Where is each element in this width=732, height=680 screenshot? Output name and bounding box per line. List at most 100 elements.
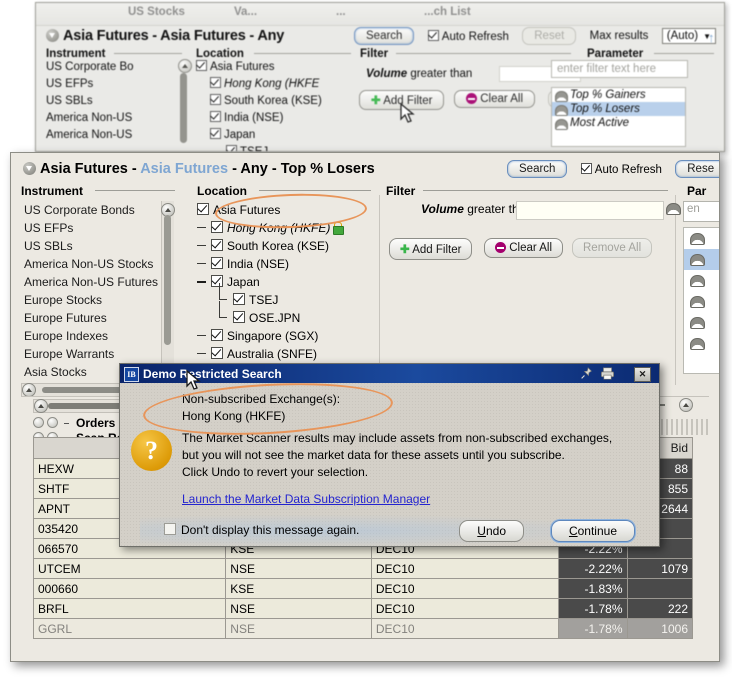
background-parameter-filter-input[interactable]: enter filter text here — [551, 60, 688, 78]
scroll-right-icon[interactable] — [679, 398, 693, 412]
instrument-item-europe-indexes[interactable]: Europe Indexes — [21, 327, 173, 345]
location-tree[interactable]: Asia Futures Hong Kong (HKFE) South Kore… — [197, 201, 372, 363]
close-icon[interactable]: ✕ — [634, 367, 651, 382]
background-auto-refresh-checkbox[interactable]: Auto Refresh — [428, 30, 509, 43]
checkbox-check-icon[interactable] — [211, 239, 223, 251]
tree-node-hong-kong[interactable]: Hong Kong (HKFE) — [197, 219, 372, 237]
instrument-item-america-non-us-stocks[interactable]: America Non-US Stocks — [21, 255, 173, 273]
parameter-list[interactable] — [683, 227, 720, 374]
background-instrument-scroll-up-icon[interactable] — [178, 59, 192, 73]
subscription-manager-link[interactable]: Launch the Market Data Subscription Mana… — [182, 492, 430, 506]
background-location-item[interactable]: Hong Kong (HKFE — [196, 76, 322, 93]
printer-icon[interactable] — [600, 367, 615, 380]
checkbox-check-icon[interactable] — [211, 275, 223, 287]
instrument-scroll-thumb[interactable] — [164, 215, 171, 345]
instrument-item-europe-warrants[interactable]: Europe Warrants — [21, 345, 173, 363]
background-instrument-item[interactable]: America Non-US — [46, 110, 134, 127]
scroll-left-icon[interactable] — [22, 383, 36, 397]
radio-dot-icon[interactable] — [33, 417, 44, 428]
pushpin-icon[interactable] — [580, 367, 593, 380]
scroll-left-icon[interactable] — [34, 399, 48, 413]
background-tab-3[interactable]: ...ch List — [424, 6, 471, 18]
checkbox-check-icon[interactable] — [211, 221, 223, 233]
tree-node-asia-futures[interactable]: Asia Futures — [197, 201, 372, 219]
background-location-item[interactable]: South Korea (KSE) — [196, 93, 322, 110]
tree-node-south-korea[interactable]: South Korea (KSE) — [197, 237, 372, 255]
instrument-item-europe-stocks[interactable]: Europe Stocks — [21, 291, 173, 309]
table-row[interactable]: BRFL NSE DEC10 -1.78% 222 — [34, 599, 693, 619]
reset-button[interactable]: Rese — [675, 160, 720, 178]
tree-node-singapore[interactable]: Singapore (SGX) — [197, 327, 372, 345]
bell-icon[interactable] — [666, 203, 681, 215]
background-parameter-item[interactable]: Most Active — [552, 116, 685, 130]
tab-row-orders[interactable]: Orders — [33, 416, 115, 430]
checkbox-check-icon[interactable] — [211, 257, 223, 269]
checkbox-check-icon[interactable] — [233, 293, 245, 305]
radio-dot-icon[interactable] — [47, 417, 58, 428]
parameter-item-1[interactable] — [684, 249, 720, 270]
filter-volume-input[interactable] — [516, 201, 664, 220]
background-parameter-list[interactable]: Top % Gainers Top % Losers Most Active — [551, 87, 686, 147]
tab-orders-label[interactable]: Orders — [76, 416, 115, 430]
background-add-filter-button[interactable]: ✚ Add Filter — [359, 90, 444, 110]
background-tab-strip[interactable]: US Stocks Va... ... ...ch List — [36, 3, 724, 26]
background-tab-0[interactable]: US Stocks — [128, 6, 185, 18]
undo-button[interactable]: Undo — [459, 520, 524, 542]
parameter-item-3[interactable] — [684, 291, 720, 312]
background-instrument-scroll-thumb[interactable] — [180, 73, 187, 143]
instrument-list[interactable]: US Corporate Bonds US EFPs US SBLs Ameri… — [21, 201, 173, 381]
table-row[interactable]: GGRL NSE DEC10 -1.78% 1006 — [34, 619, 693, 639]
background-scroll-up-icon[interactable]: ↑ — [708, 30, 715, 45]
tree-node-tsej[interactable]: TSEJ — [197, 291, 372, 309]
parameter-item-4[interactable] — [684, 312, 720, 333]
dropdown-circle-icon[interactable] — [46, 29, 59, 42]
instrument-item-us-efps[interactable]: US EFPs — [21, 219, 173, 237]
search-button[interactable]: Search — [507, 160, 567, 178]
table-row[interactable]: UTCEM NSE DEC10 -2.22% 1079 — [34, 559, 693, 579]
background-location-item[interactable]: India (NSE) — [196, 110, 322, 127]
background-reset-button[interactable]: Reset — [522, 27, 576, 45]
table-row[interactable]: 000660 KSE DEC10 -1.83% — [34, 579, 693, 599]
auto-refresh-checkbox[interactable]: Auto Refresh — [581, 163, 662, 176]
background-instrument-item[interactable]: US EFPs — [46, 76, 134, 93]
background-instrument-item[interactable]: US Corporate Bo — [46, 59, 134, 76]
parameter-item-0[interactable] — [684, 228, 720, 249]
parameter-item-5[interactable] — [684, 333, 720, 354]
background-clear-all-button[interactable]: Clear All — [454, 90, 535, 108]
tree-node-india[interactable]: India (NSE) — [197, 255, 372, 273]
instrument-item-america-non-us-futures[interactable]: America Non-US Futures — [21, 273, 173, 291]
background-tab-2[interactable]: ... — [336, 6, 346, 18]
tree-node-ose-jpn[interactable]: OSE.JPN — [197, 309, 372, 327]
parameter-item-2[interactable] — [684, 270, 720, 291]
background-tab-1[interactable]: Va... — [234, 6, 257, 18]
add-filter-button[interactable]: ✚ Add Filter — [389, 238, 472, 260]
background-location-item[interactable]: Asia Futures — [196, 59, 322, 76]
tree-node-australia[interactable]: Australia (SNFE) — [197, 345, 372, 363]
instrument-item-us-corporate-bonds[interactable]: US Corporate Bonds — [21, 201, 173, 219]
checkbox-check-icon[interactable] — [233, 311, 245, 323]
parameter-filter-input[interactable]: en — [683, 201, 720, 222]
background-location-item[interactable]: TSEJ — [196, 144, 322, 152]
background-parameter-item[interactable]: Top % Gainers — [552, 88, 685, 102]
background-instrument-list[interactable]: US Corporate Bo US EFPs US SBLs America … — [46, 59, 134, 144]
background-location-tree[interactable]: Asia Futures Hong Kong (HKFE South Korea… — [196, 59, 322, 152]
checkbox-check-icon[interactable] — [197, 203, 209, 215]
dialog-title-bar[interactable]: IB Demo Restricted Search ✕ — [120, 364, 659, 383]
checkbox-check-icon[interactable] — [211, 329, 223, 341]
background-instrument-item[interactable]: America Non-US — [46, 127, 134, 144]
instrument-item-europe-futures[interactable]: Europe Futures — [21, 309, 173, 327]
instrument-item-us-sbls[interactable]: US SBLs — [21, 237, 173, 255]
background-location-item[interactable]: Japan — [196, 127, 322, 144]
background-instrument-item[interactable]: US SBLs — [46, 93, 134, 110]
dont-display-checkbox[interactable]: Don't display this message again. — [164, 523, 359, 537]
tree-node-japan[interactable]: Japan — [197, 273, 372, 291]
cell-month: DEC10 — [371, 579, 558, 599]
continue-button[interactable]: Continue — [551, 520, 635, 542]
clear-all-button[interactable]: Clear All — [484, 238, 563, 258]
dropdown-circle-icon[interactable] — [23, 162, 36, 175]
background-search-button[interactable]: Search — [354, 27, 414, 45]
checkbox-check-icon[interactable] — [211, 347, 223, 359]
remove-all-button[interactable]: Remove All — [572, 238, 652, 258]
background-parameter-item[interactable]: Top % Losers — [552, 102, 685, 116]
tree-collapse-icon[interactable] — [197, 278, 206, 285]
